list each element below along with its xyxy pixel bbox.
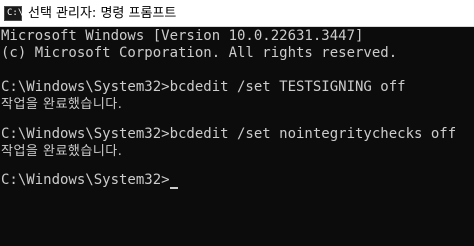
command-prompt-window: C:\ 선택 관리자: 명령 프롬프트 Microsoft Windows [V… [0, 0, 474, 246]
console-line-result: 작업을 완료했습니다. [1, 144, 123, 159]
console-line-copyright: (c) Microsoft Corporation. All rights re… [1, 45, 398, 61]
title-bar[interactable]: C:\ 선택 관리자: 명령 프롬프트 [0, 0, 474, 27]
console-line-command-nointegritychecks: C:\Windows\System32>bcdedit /set nointeg… [1, 126, 457, 142]
window-title: 선택 관리자: 명령 프롬프트 [28, 6, 177, 21]
text-cursor [170, 187, 178, 189]
console-line-version: Microsoft Windows [Version 10.0.22631.34… [1, 28, 364, 44]
icon-prompt-glyph: C:\ [7, 8, 24, 18]
console-output[interactable]: Microsoft Windows [Version 10.0.22631.34… [1, 28, 473, 246]
console-line-prompt[interactable]: C:\Windows\System32> [1, 172, 170, 189]
console-line-command-testsigning: C:\Windows\System32>bcdedit /set TESTSIG… [1, 79, 406, 95]
console-line-result: 작업을 완료했습니다. [1, 97, 123, 112]
command-prompt-icon: C:\ [4, 6, 24, 21]
